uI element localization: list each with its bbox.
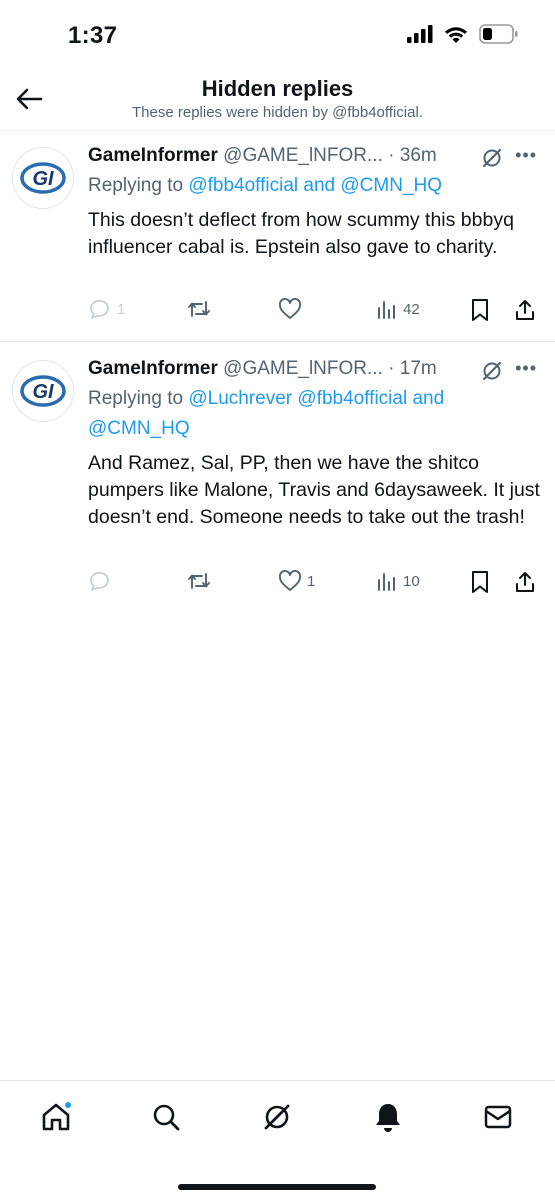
bookmark-icon bbox=[472, 299, 488, 321]
replying-to: Replying to @fbb4official and @CMN_HQ bbox=[88, 171, 537, 201]
author-handle[interactable]: @GAME_lNFOR... bbox=[223, 358, 383, 379]
tweet-text: And Ramez, Sal, PP, then we have the shi… bbox=[88, 452, 540, 528]
view-count: 42 bbox=[403, 300, 420, 318]
replying-prefix: Replying to bbox=[88, 388, 189, 409]
nav-messages[interactable] bbox=[480, 1099, 516, 1135]
reply-button[interactable] bbox=[88, 570, 117, 592]
nav-search[interactable] bbox=[148, 1099, 184, 1135]
page-subtitle: These replies were hidden by @fbb4offici… bbox=[132, 104, 423, 121]
like-button[interactable]: 1 bbox=[278, 570, 315, 592]
tweet-time[interactable]: · 36m bbox=[388, 145, 437, 166]
search-icon bbox=[153, 1104, 180, 1131]
notification-dot bbox=[64, 1101, 72, 1109]
retweet-icon bbox=[188, 301, 210, 317]
tweet-text: This doesn’t deflect from how scummy thi… bbox=[88, 209, 514, 258]
home-indicator[interactable] bbox=[178, 1184, 376, 1190]
cellular-signal-icon bbox=[407, 25, 433, 48]
tweet-header: GameInformer @GAME_lNFOR... · 17m ••• bbox=[88, 358, 555, 386]
tweet-actions: 1 10 bbox=[88, 570, 541, 600]
tweet-actions: 1 42 bbox=[88, 298, 541, 328]
share-button[interactable] bbox=[514, 570, 536, 594]
replying-mentions-line2[interactable]: @CMN_HQ bbox=[88, 414, 537, 444]
author-handle[interactable]: @GAME_lNFOR... bbox=[223, 145, 383, 166]
tweet-header: GameInformer @GAME_lNFOR... · 36m ••• bbox=[88, 145, 555, 173]
nav-notifications[interactable] bbox=[370, 1099, 406, 1135]
notifications-icon bbox=[376, 1104, 400, 1132]
bookmark-button[interactable] bbox=[470, 570, 490, 594]
svg-text:GI: GI bbox=[32, 381, 54, 403]
author-name[interactable]: GameInformer bbox=[88, 145, 218, 166]
messages-icon bbox=[484, 1105, 512, 1129]
retweet-button[interactable] bbox=[186, 570, 217, 592]
hidden-reply-tweet[interactable]: GI GameInformer @GAME_lNFOR... · 17m •••… bbox=[0, 342, 555, 618]
tweet-time[interactable]: · 17m bbox=[388, 358, 437, 379]
more-options-icon[interactable]: ••• bbox=[515, 358, 537, 379]
replying-to: Replying to @Luchrever @fbb4official and… bbox=[88, 384, 537, 444]
views-button[interactable]: 42 bbox=[376, 298, 420, 320]
views-button[interactable]: 10 bbox=[376, 570, 420, 592]
status-time: 1:37 bbox=[68, 22, 118, 49]
avatar[interactable]: GI bbox=[12, 360, 74, 422]
grok-icon bbox=[264, 1104, 290, 1130]
page-header: Hidden replies These replies were hidden… bbox=[0, 70, 555, 128]
author-name[interactable]: GameInformer bbox=[88, 358, 218, 379]
share-icon bbox=[516, 300, 534, 320]
hidden-reply-tweet[interactable]: GI GameInformer @GAME_lNFOR... · 36m •••… bbox=[0, 130, 555, 342]
nav-grok[interactable] bbox=[259, 1099, 295, 1135]
share-button[interactable] bbox=[514, 298, 536, 322]
page-title: Hidden replies bbox=[201, 76, 354, 101]
heart-icon bbox=[278, 570, 302, 591]
reply-icon bbox=[90, 571, 109, 591]
replying-mentions[interactable]: @Luchrever @fbb4official and bbox=[188, 388, 444, 409]
view-count: 10 bbox=[403, 572, 420, 590]
wifi-icon bbox=[443, 25, 469, 49]
avatar[interactable]: GI bbox=[12, 147, 74, 209]
heart-icon bbox=[278, 298, 302, 319]
status-icons bbox=[407, 24, 519, 49]
replying-prefix: Replying to bbox=[88, 175, 189, 196]
share-icon bbox=[516, 572, 534, 592]
reply-count: 1 bbox=[117, 300, 126, 318]
bookmark-icon bbox=[472, 571, 488, 593]
bottom-nav bbox=[0, 1080, 555, 1200]
reply-button[interactable]: 1 bbox=[88, 298, 125, 320]
more-options-icon[interactable]: ••• bbox=[515, 145, 537, 166]
replying-mentions[interactable]: @fbb4official and @CMN_HQ bbox=[188, 175, 442, 196]
bookmark-button[interactable] bbox=[470, 298, 490, 322]
battery-icon bbox=[479, 24, 519, 49]
status-bar: 1:37 bbox=[0, 0, 555, 70]
reply-icon bbox=[90, 299, 109, 319]
svg-text:GI: GI bbox=[32, 168, 54, 190]
analytics-icon bbox=[378, 573, 395, 591]
like-button[interactable] bbox=[278, 298, 307, 320]
retweet-button[interactable] bbox=[186, 298, 217, 320]
analytics-icon bbox=[378, 301, 395, 319]
retweet-icon bbox=[188, 573, 210, 589]
nav-home[interactable] bbox=[38, 1099, 74, 1135]
like-count: 1 bbox=[307, 572, 316, 590]
